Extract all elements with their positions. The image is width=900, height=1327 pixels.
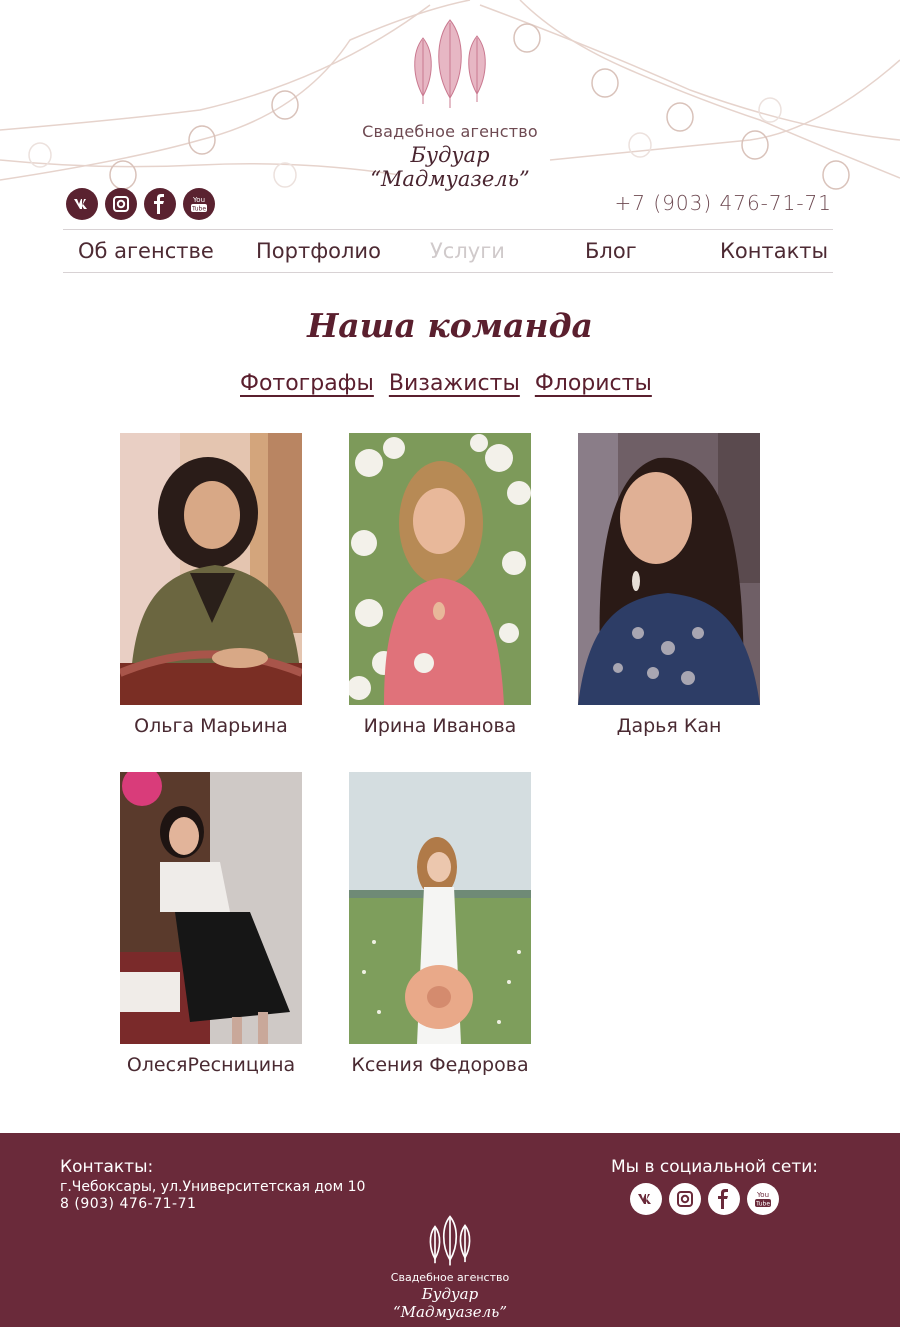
- footer-contacts-title: Контакты:: [60, 1157, 154, 1177]
- member-name[interactable]: Дарья Кан: [548, 715, 790, 737]
- logo-brand-name: Будуар “Мадмуазель”: [370, 143, 530, 191]
- svg-text:Tube: Tube: [191, 206, 206, 213]
- nav-blog[interactable]: Блог: [585, 239, 637, 263]
- nav-contacts[interactable]: Контакты: [720, 239, 828, 263]
- member-photo[interactable]: [120, 433, 302, 705]
- logo[interactable]: Свадебное агенство Будуар “Мадмуазель”: [330, 18, 570, 191]
- svg-text:You: You: [192, 196, 205, 204]
- member-photo[interactable]: [349, 433, 531, 705]
- footer-agency-label: Свадебное агенство: [390, 1271, 510, 1284]
- facebook-icon[interactable]: [144, 188, 176, 220]
- footer-phone[interactable]: 8 (903) 476-71-71: [60, 1196, 196, 1212]
- feathers-logo-icon: [429, 1215, 471, 1266]
- team-member-card[interactable]: Ксения Федорова: [349, 772, 531, 1076]
- member-name[interactable]: Ольга Марьина: [90, 715, 332, 737]
- filter-photographers[interactable]: Фотографы: [240, 371, 374, 396]
- footer-socials: You Tube: [630, 1183, 779, 1215]
- vk-icon[interactable]: [66, 188, 98, 220]
- member-name[interactable]: Ирина Иванова: [319, 715, 561, 737]
- member-name[interactable]: ОлесяРесницина: [90, 1054, 332, 1076]
- svg-text:Tube: Tube: [755, 1201, 770, 1208]
- filter-makeup-artists[interactable]: Визажисты: [389, 371, 520, 396]
- section-title: Наша команда: [307, 306, 593, 345]
- footer-social-title: Мы в социальной сети:: [611, 1157, 819, 1177]
- youtube-icon[interactable]: You Tube: [183, 188, 215, 220]
- member-name[interactable]: Ксения Федорова: [319, 1054, 561, 1076]
- team-member-card[interactable]: Дарья Кан: [578, 433, 760, 737]
- team-member-card[interactable]: Ольга Марьина: [120, 433, 302, 737]
- site-header: Свадебное агенство Будуар “Мадмуазель” Y…: [0, 0, 900, 230]
- team-member-card[interactable]: ОлесяРесницина: [120, 772, 302, 1076]
- svg-text:You: You: [756, 1191, 769, 1199]
- team-member-card[interactable]: Ирина Иванова: [349, 433, 531, 737]
- member-photo[interactable]: [578, 433, 760, 705]
- nav-services[interactable]: Услуги: [430, 239, 505, 263]
- feathers-logo-icon: [414, 19, 486, 108]
- nav-about[interactable]: Об агенстве: [78, 239, 214, 263]
- main-nav: Об агенстве Портфолио Услуги Блог Контак…: [63, 229, 833, 273]
- footer-logo[interactable]: Свадебное агенство Будуар “Мадмуазель”: [370, 1215, 530, 1321]
- facebook-icon[interactable]: [708, 1183, 740, 1215]
- instagram-icon[interactable]: [105, 188, 137, 220]
- header-socials: You Tube: [66, 188, 215, 220]
- footer-address: г.Чебоксары, ул.Университетская дом 10: [60, 1179, 366, 1195]
- site-footer: Контакты: г.Чебоксары, ул.Университетска…: [0, 1133, 900, 1327]
- team-filters: Фотографы Визажисты Флористы: [240, 371, 652, 396]
- logo-agency-label: Свадебное агенство: [362, 122, 538, 141]
- filter-florists[interactable]: Флористы: [535, 371, 652, 396]
- instagram-icon[interactable]: [669, 1183, 701, 1215]
- member-photo[interactable]: [349, 772, 531, 1044]
- header-phone[interactable]: +7 (903) 476-71-71: [615, 191, 832, 215]
- youtube-icon[interactable]: You Tube: [747, 1183, 779, 1215]
- vk-icon[interactable]: [630, 1183, 662, 1215]
- member-photo[interactable]: [120, 772, 302, 1044]
- nav-portfolio[interactable]: Портфолио: [256, 239, 381, 263]
- footer-brand-name: Будуар “Мадмуазель”: [392, 1285, 507, 1321]
